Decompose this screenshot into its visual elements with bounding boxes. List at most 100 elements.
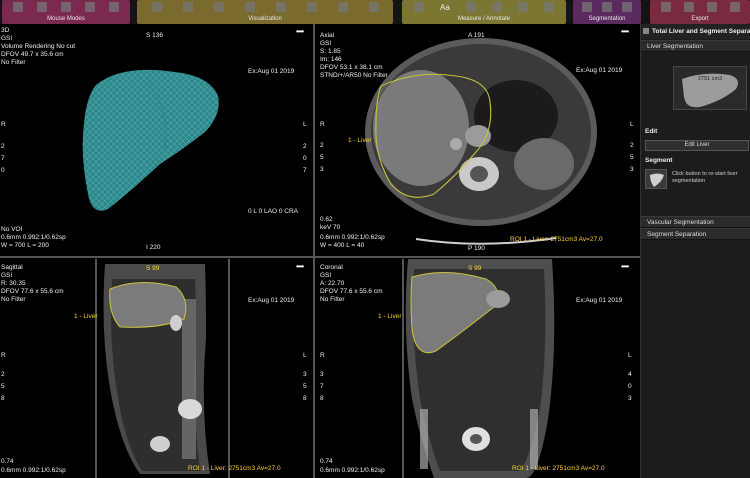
axial-date: Ex:Aug 01 2019 xyxy=(576,67,623,74)
coronal-right-num-2: 0 xyxy=(628,383,632,390)
layout-icon[interactable] xyxy=(151,2,162,12)
axial-thickness: 0.6mm 0.992:1/0.62sp xyxy=(320,234,385,241)
sagittal-left-num-2: 5 xyxy=(1,383,5,390)
scissors-icon[interactable] xyxy=(582,2,592,12)
restart-segmentation-icon[interactable] xyxy=(645,169,667,189)
measure-annotate-label: Measure / Annotate xyxy=(457,16,511,22)
axial-orient-left: R xyxy=(320,121,325,128)
export-group[interactable]: Export xyxy=(650,0,750,24)
cut-icon[interactable] xyxy=(275,2,286,12)
vp3d-title: 3D xyxy=(1,27,10,34)
export-send-icon[interactable] xyxy=(706,2,717,12)
panel-close-icon[interactable] xyxy=(643,28,649,34)
reset-icon[interactable] xyxy=(306,2,317,12)
panel-title: Total Liver and Segment Separation xyxy=(641,24,750,39)
viewport-divider-horizontal[interactable] xyxy=(0,256,640,258)
export-film-icon[interactable] xyxy=(660,2,671,12)
vp3d-orient-left: R xyxy=(1,121,6,128)
sagittal-title: Sagittal xyxy=(1,264,23,271)
export-save-icon[interactable] xyxy=(683,2,694,12)
vp3d-left-num-1: 2 xyxy=(1,143,5,150)
liver-segmentation-header[interactable]: Liver Segmentation xyxy=(641,40,750,52)
link-icon[interactable] xyxy=(337,2,348,12)
sagittal-left-num-1: 2 xyxy=(1,371,5,378)
coronal-thickness: 0.6mm 0.992:1/0.62sp xyxy=(320,467,385,474)
coronal-left-num-1: 3 xyxy=(320,371,324,378)
vp3d-thickness: 0.6mm 0.992:1/0.62sp xyxy=(1,234,66,241)
window-level-icon[interactable] xyxy=(61,2,71,12)
sagittal-kv: 0.74 xyxy=(1,458,14,465)
sagittal-ref-line-right[interactable] xyxy=(228,259,230,478)
mouse-modes-label: Mouse Modes xyxy=(47,16,85,22)
axial-left-num-2: 5 xyxy=(320,154,324,161)
vp3d-right-num-2: 0 xyxy=(303,155,307,162)
viewport-axial[interactable]: Axial GSI S: 1.85 Im: 146 DFOV 53.1 x 38… xyxy=(316,24,638,256)
vp3d-left-num-3: 0 xyxy=(1,167,5,174)
axial-line2: GSI xyxy=(320,40,332,47)
coronal-menu-dots[interactable]: •••• xyxy=(621,262,629,271)
rotate-icon[interactable] xyxy=(85,2,95,12)
segment-separation-header[interactable]: Segment Separation xyxy=(641,228,750,240)
axial-window: W = 400 L = 40 xyxy=(320,242,365,249)
sagittal-date: Ex:Aug 01 2019 xyxy=(248,297,295,304)
coronal-date: Ex:Aug 01 2019 xyxy=(576,297,623,304)
axial-left-num-1: 2 xyxy=(320,142,324,149)
axial-roi-stats: ROI 1 - Liver: 2751cm3 Av=27.0 xyxy=(510,236,603,243)
mouse-modes-group[interactable]: Mouse Modes xyxy=(2,0,130,24)
liver-thumbnail-shape xyxy=(682,73,738,108)
edit-liver-button[interactable]: Edit Liver xyxy=(645,140,749,151)
axial-right-num-1: 2 xyxy=(630,142,634,149)
sagittal-ref-line-left[interactable] xyxy=(95,259,97,478)
roi-icon[interactable] xyxy=(465,2,476,12)
vp3d-menu-dots[interactable]: •••• xyxy=(296,27,304,36)
coronal-line3: A: 22.70 xyxy=(320,280,345,287)
axial-liver-label: 1 - Liver xyxy=(348,137,372,144)
axial-menu-dots[interactable]: •••• xyxy=(621,27,629,36)
coronal-kv: 0.74 xyxy=(320,458,333,465)
sagittal-liver-label: 1 - Liver xyxy=(74,313,98,320)
axial-title: Axial xyxy=(320,32,335,39)
viewport-sagittal[interactable]: Sagittal GSI R: 30.35 DFOV 77.6 x 55.6 c… xyxy=(0,259,313,478)
measure-annotate-group[interactable]: Aa Measure / Annotate xyxy=(402,0,566,24)
vascular-segmentation-header[interactable]: Vascular Segmentation xyxy=(641,216,750,228)
sagittal-left-num-3: 8 xyxy=(1,395,5,402)
text-annotation-icon[interactable]: Aa xyxy=(440,3,450,12)
sagittal-line2: GSI xyxy=(1,272,13,279)
viewport-coronal[interactable]: Coronal GSI A: 22.70 DFOV 77.6 x 55.6 cm… xyxy=(316,259,638,478)
coronal-liver-label: 1 - Liver xyxy=(378,313,402,320)
screenshot-icon[interactable] xyxy=(368,2,379,12)
vp3d-right-num-3: 7 xyxy=(303,167,307,174)
arrow-icon[interactable] xyxy=(414,2,425,12)
reformat-icon[interactable] xyxy=(182,2,193,12)
move-icon[interactable] xyxy=(109,2,119,12)
angle-icon[interactable] xyxy=(517,2,528,12)
paint-icon[interactable] xyxy=(602,2,612,12)
axial-right-num-2: 5 xyxy=(630,154,634,161)
coronal-left-num-2: 7 xyxy=(320,383,324,390)
viewport-divider-vertical[interactable] xyxy=(313,24,315,478)
axial-left-num-3: 3 xyxy=(320,166,324,173)
pan-icon[interactable] xyxy=(37,2,47,12)
sagittal-right-num-3: 8 xyxy=(303,395,307,402)
zoom-icon[interactable] xyxy=(13,2,23,12)
visualization-group[interactable]: Visualization xyxy=(137,0,393,24)
coronal-orient-right: L xyxy=(628,352,632,359)
vp3d-top-marker: S 136 xyxy=(146,32,163,39)
sagittal-menu-dots[interactable]: •••• xyxy=(296,262,304,271)
camera-icon[interactable] xyxy=(213,2,224,12)
coronal-ref-line-left[interactable] xyxy=(402,259,404,478)
sagittal-line3: R: 30.35 xyxy=(1,280,26,287)
segmentation-group[interactable]: Segmentation xyxy=(573,0,641,24)
coronal-title: Coronal xyxy=(320,264,343,271)
render-icon[interactable] xyxy=(244,2,255,12)
export-print-icon[interactable] xyxy=(729,2,740,12)
coronal-line5: No Filter xyxy=(320,296,345,303)
delete-annotation-icon[interactable] xyxy=(543,2,554,12)
axial-right-num-3: 3 xyxy=(630,166,634,173)
coronal-left-num-3: 8 xyxy=(320,395,324,402)
sagittal-roi-stats: ROI 1 - Liver: 2751cm3 Av=27.0 xyxy=(188,465,281,472)
viewport-3d[interactable]: 3D GSI Volume Rendering No cut DFOV 49.7… xyxy=(0,24,313,256)
vp3d-date: Ex:Aug 01 2019 xyxy=(248,68,295,75)
ruler-icon[interactable] xyxy=(491,2,502,12)
close-segmentation-icon[interactable] xyxy=(622,2,632,12)
